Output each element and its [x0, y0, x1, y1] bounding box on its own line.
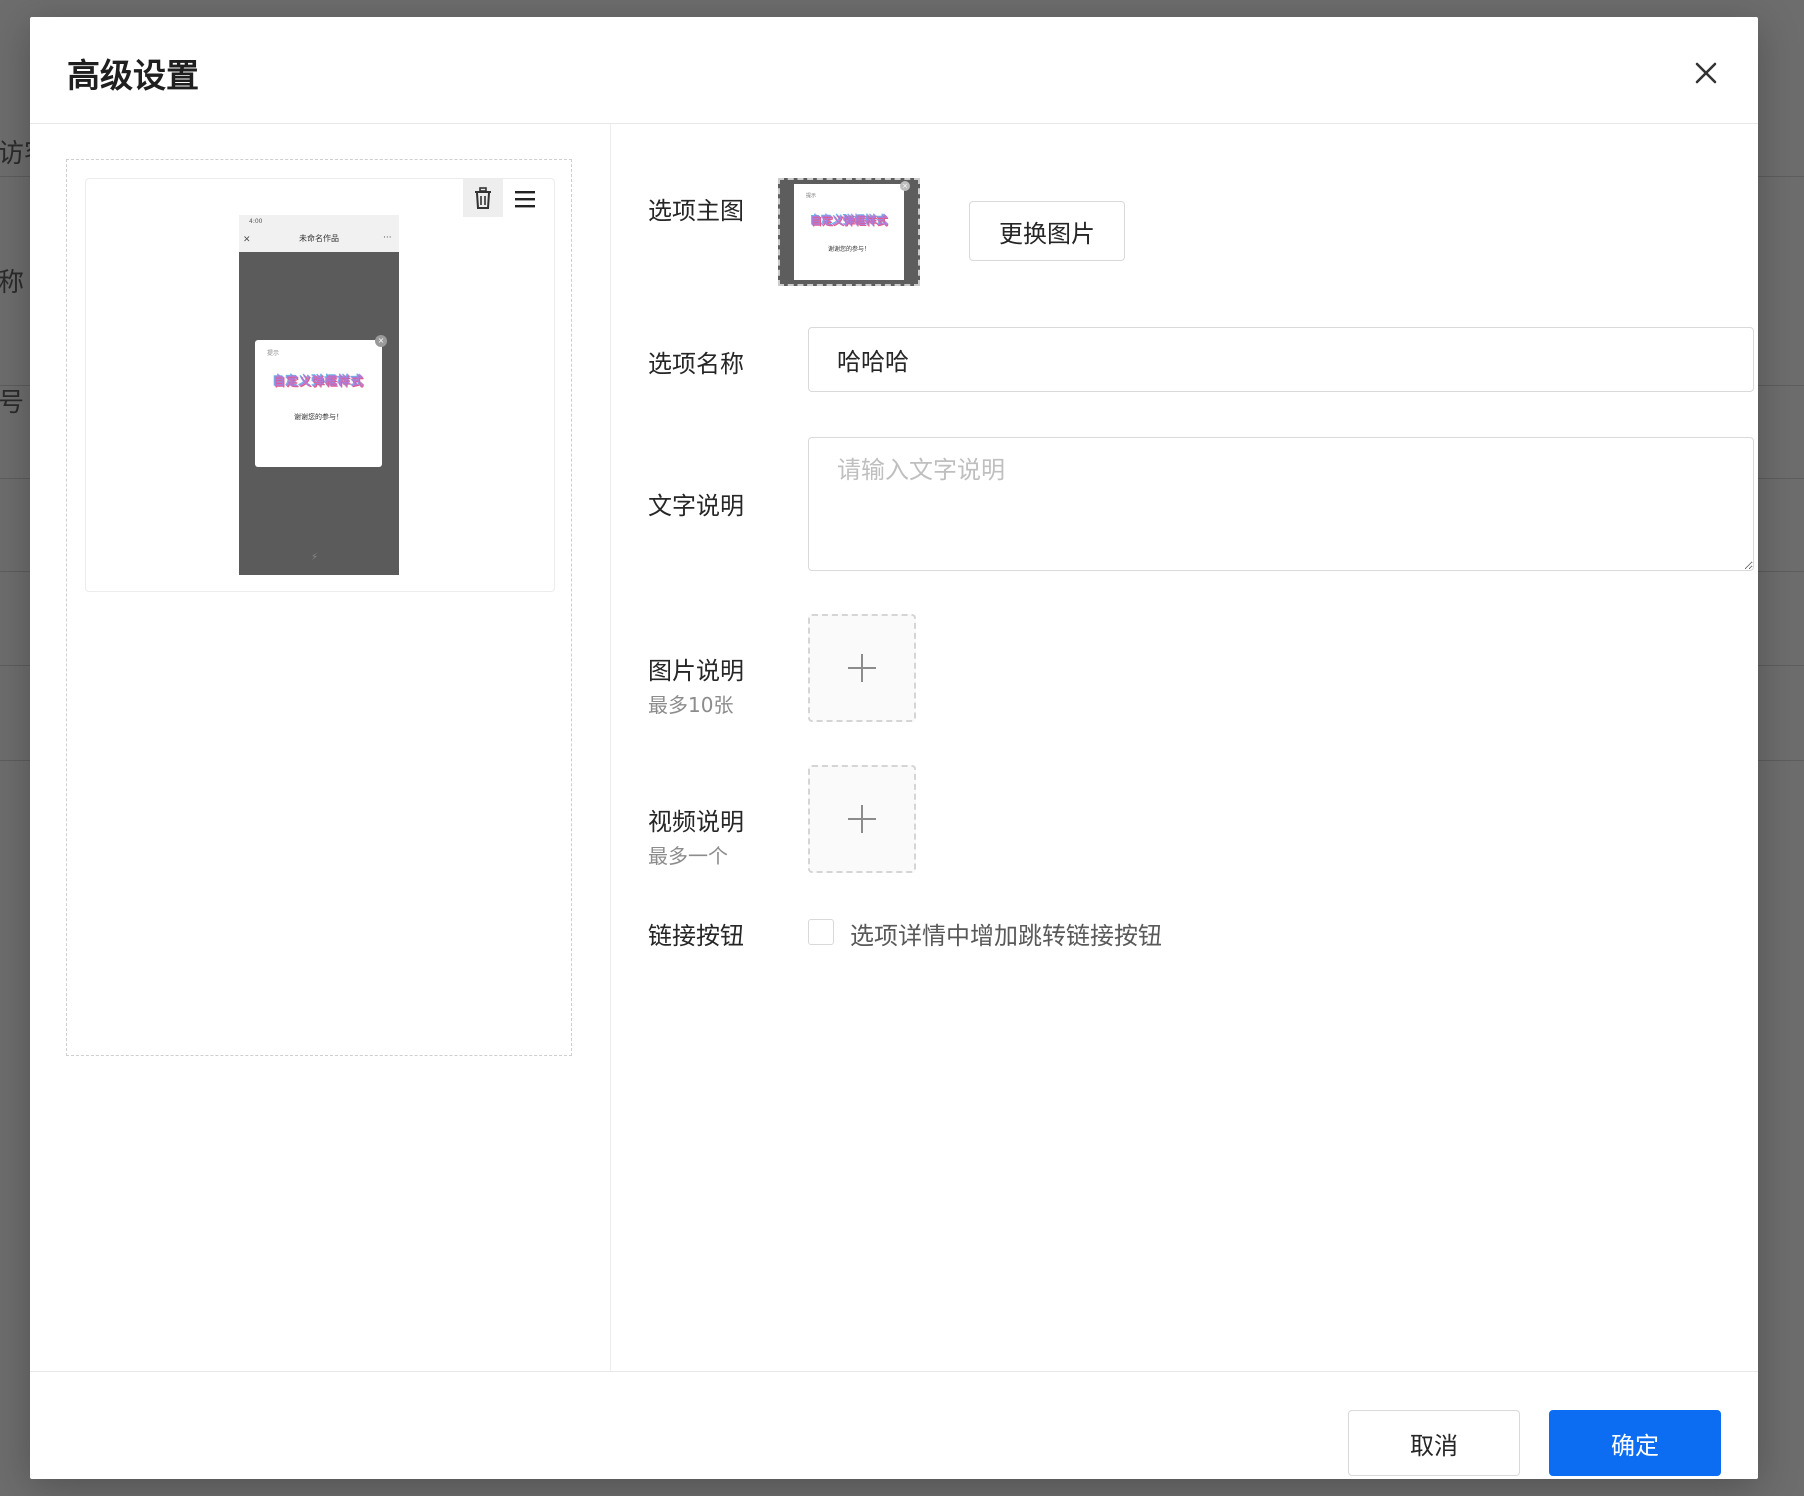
- text-description-textarea[interactable]: [808, 437, 1754, 571]
- link-button-checkbox[interactable]: [808, 919, 834, 945]
- thumbnail-close-icon: ×: [900, 181, 910, 191]
- option-name-label: 选项名称: [648, 350, 744, 378]
- thumbnail-popup: 提示 自定义弹框样式 谢谢您的参与！: [794, 184, 904, 280]
- modal-header: 高级设置: [30, 17, 1758, 124]
- close-icon[interactable]: [1687, 54, 1725, 92]
- phone-preview-image: 4:00 ✕ 未命名作品 ··· × 提示 自定义弹框样式 谢谢您的参与！ ⚡: [239, 215, 399, 575]
- video-upload-button[interactable]: [808, 765, 916, 873]
- popup-thanks-text: 谢谢您的参与！: [294, 413, 343, 421]
- modal-footer: 取消 确定: [30, 1371, 1758, 1479]
- cancel-button[interactable]: 取消: [1348, 1410, 1520, 1476]
- popup-small-label: 提示: [267, 350, 280, 357]
- menu-icon[interactable]: [510, 184, 540, 214]
- main-image-thumbnail[interactable]: 提示 自定义弹框样式 谢谢您的参与！ ×: [778, 178, 920, 286]
- thumbnail-fancy-text: 自定义弹框样式: [810, 214, 888, 227]
- plus-icon: [848, 654, 876, 682]
- preview-dropzone: 4:00 ✕ 未命名作品 ··· × 提示 自定义弹框样式 谢谢您的参与！ ⚡: [66, 159, 572, 1056]
- phone-footer-mark: ⚡: [311, 552, 319, 563]
- background-label: 称: [0, 268, 25, 298]
- image-description-hint: 最多10张: [648, 693, 734, 717]
- popup-close-icon: ×: [375, 335, 387, 347]
- phone-status-bar: 4:00: [249, 218, 263, 225]
- thumbnail-thanks-text: 谢谢您的参与！: [827, 246, 870, 253]
- phone-title: 未命名作品: [299, 234, 339, 243]
- main-image-label: 选项主图: [648, 197, 744, 225]
- trash-icon[interactable]: [463, 179, 503, 217]
- plus-icon: [848, 805, 876, 833]
- image-description-label: 图片说明: [648, 657, 744, 685]
- advanced-settings-modal: 高级设置 4:00 ✕ 未命名作品 ··· × 提示 自定义弹框样式 谢谢您的参…: [30, 17, 1758, 1479]
- option-name-input[interactable]: [808, 327, 1754, 392]
- link-button-checkbox-label[interactable]: 选项详情中增加跳转链接按钮: [850, 916, 1162, 951]
- settings-form: 选项主图 提示 自定义弹框样式 谢谢您的参与！ × 更换图片 选项名称 文字说明…: [611, 124, 1758, 1371]
- link-button-label: 链接按钮: [648, 922, 744, 950]
- preview-panel: 4:00 ✕ 未命名作品 ··· × 提示 自定义弹框样式 谢谢您的参与！ ⚡: [30, 124, 611, 1371]
- modal-title: 高级设置: [67, 56, 199, 95]
- phone-header: 4:00 ✕ 未命名作品 ···: [239, 215, 399, 252]
- replace-image-button[interactable]: 更换图片: [969, 201, 1125, 261]
- phone-popup: × 提示 自定义弹框样式 谢谢您的参与！: [255, 335, 387, 467]
- text-description-label: 文字说明: [648, 492, 744, 520]
- thumbnail-small-label: 提示: [806, 193, 817, 199]
- preview-card[interactable]: 4:00 ✕ 未命名作品 ··· × 提示 自定义弹框样式 谢谢您的参与！ ⚡: [85, 178, 555, 592]
- video-description-hint: 最多一个: [648, 844, 728, 868]
- video-description-label: 视频说明: [648, 808, 744, 836]
- popup-fancy-text: 自定义弹框样式: [272, 374, 364, 388]
- confirm-button[interactable]: 确定: [1549, 1410, 1721, 1476]
- phone-more-icon: ···: [383, 233, 392, 243]
- image-upload-button[interactable]: [808, 614, 916, 722]
- background-label: 号: [0, 388, 25, 418]
